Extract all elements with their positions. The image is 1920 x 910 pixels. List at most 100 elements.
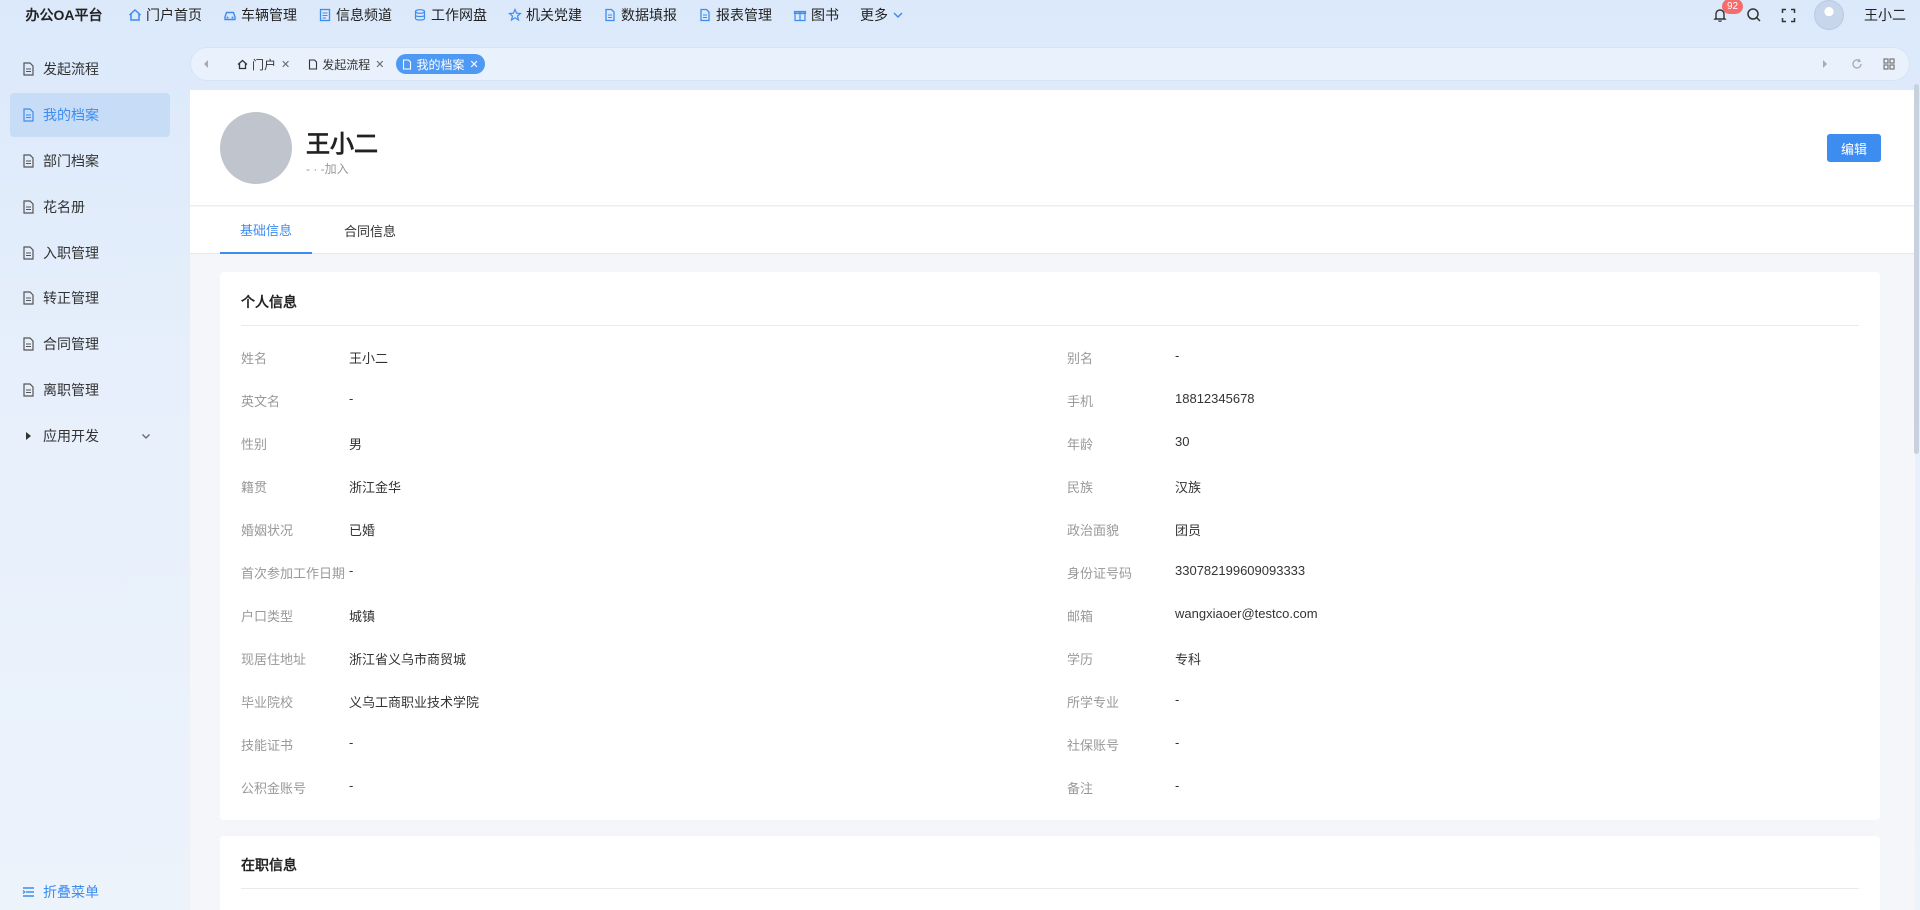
sidebar-item-contract[interactable]: 合同管理 bbox=[10, 322, 170, 366]
field-value: wangxiaoer@testco.com bbox=[1175, 606, 1318, 621]
sidebar-item-roster[interactable]: 花名册 bbox=[10, 185, 170, 229]
topnav-report[interactable]: 报表管理 bbox=[698, 5, 772, 25]
document-icon bbox=[23, 337, 34, 351]
field-value: - bbox=[1175, 692, 1180, 707]
chevron-down-icon bbox=[142, 434, 150, 439]
page-tab-my-archive[interactable]: 我的档案 ✕ bbox=[396, 54, 485, 74]
field-value: 义乌工商职业技术学院 bbox=[349, 695, 480, 710]
page-tab-start-process[interactable]: 发起流程 ✕ bbox=[302, 54, 390, 74]
file-icon bbox=[700, 8, 710, 22]
tab-basic-info[interactable]: 基础信息 bbox=[220, 207, 312, 254]
top-bar: 办公OA平台 门户首页 车辆管理 信息频道 工作网盘 机关党建 数据填报 报表管… bbox=[0, 0, 1920, 30]
home-icon bbox=[237, 59, 248, 69]
topnav-label: 车辆管理 bbox=[241, 7, 297, 23]
card-title: 个人信息 bbox=[241, 294, 297, 310]
field-value: 男 bbox=[349, 437, 363, 452]
sidebar-item-start-process[interactable]: 发起流程 bbox=[10, 47, 170, 91]
topnav-label: 工作网盘 bbox=[431, 7, 487, 23]
profile-join-date: - · -加入 bbox=[306, 162, 349, 176]
topnav-data-filling[interactable]: 数据填报 bbox=[603, 5, 677, 25]
file-icon bbox=[605, 8, 615, 22]
topnav-vehicle[interactable]: 车辆管理 bbox=[223, 5, 297, 25]
collapse-menu-button[interactable]: 折叠菜单 bbox=[22, 882, 99, 902]
field-value: 30 bbox=[1175, 434, 1190, 449]
topnav-books[interactable]: 图书 bbox=[793, 5, 839, 25]
app-logo[interactable]: 办公OA平台 bbox=[0, 5, 128, 25]
content-tab-bar: 基础信息 合同信息 bbox=[190, 207, 1915, 254]
sidebar-item-label: 我的档案 bbox=[43, 107, 99, 123]
profile-avatar[interactable] bbox=[220, 112, 292, 184]
topnav-more[interactable]: 更多 bbox=[860, 5, 905, 25]
notification-button[interactable]: 92 bbox=[1710, 0, 1744, 25]
topnav-party-building[interactable]: 机关党建 bbox=[508, 5, 582, 25]
field-value: 城镇 bbox=[349, 609, 376, 624]
refresh-tab-button[interactable] bbox=[1847, 54, 1867, 74]
search-button[interactable] bbox=[1744, 5, 1764, 25]
topnav-cloud-disk[interactable]: 工作网盘 bbox=[413, 5, 487, 25]
tabs-scroll-right[interactable] bbox=[1815, 54, 1835, 74]
profile-header: 王小二 - · -加入 编辑 bbox=[190, 90, 1915, 206]
document-icon bbox=[23, 383, 34, 397]
field-value: 浙江省义乌市商贸城 bbox=[349, 652, 467, 667]
sidebar-item-regularization[interactable]: 转正管理 bbox=[10, 276, 170, 320]
fullscreen-icon bbox=[1781, 8, 1795, 22]
topnav-info-channel[interactable]: 信息频道 bbox=[318, 5, 392, 25]
document-icon bbox=[403, 58, 412, 70]
chevron-down-icon bbox=[893, 12, 903, 19]
home-icon bbox=[128, 8, 142, 21]
field-value: 汉族 bbox=[1175, 480, 1202, 495]
field-value: - bbox=[349, 735, 354, 750]
document-icon bbox=[23, 200, 34, 214]
document-icon bbox=[23, 291, 34, 305]
search-icon bbox=[1747, 8, 1761, 22]
field-value: - bbox=[1175, 735, 1180, 750]
username[interactable]: 王小二 bbox=[1864, 5, 1906, 25]
sidebar-item-app-dev[interactable]: 应用开发 bbox=[10, 414, 170, 458]
field-label: 民族 bbox=[1067, 480, 1094, 495]
field-label: 所学专业 bbox=[1067, 695, 1120, 710]
close-icon[interactable]: ✕ bbox=[375, 58, 384, 71]
document-icon bbox=[23, 62, 34, 76]
topnav-portal-home[interactable]: 门户首页 bbox=[128, 5, 202, 25]
field-label: 英文名 bbox=[241, 394, 281, 409]
field-value: 专科 bbox=[1175, 652, 1202, 667]
tab-contract-info[interactable]: 合同信息 bbox=[320, 207, 420, 254]
grid-icon bbox=[1883, 58, 1895, 70]
field-label: 技能证书 bbox=[241, 738, 294, 753]
close-icon[interactable]: ✕ bbox=[281, 58, 290, 71]
user-avatar[interactable] bbox=[1814, 0, 1844, 30]
field-label: 首次参加工作日期 bbox=[241, 566, 346, 581]
sidebar: 发起流程 我的档案 部门档案 花名册 入职管理 转正管理 合同管理 离职管理 应… bbox=[0, 47, 190, 910]
collapse-menu-label: 折叠菜单 bbox=[43, 884, 99, 900]
field-label: 手机 bbox=[1067, 394, 1094, 409]
field-value: - bbox=[349, 778, 354, 793]
sidebar-item-onboarding[interactable]: 入职管理 bbox=[10, 231, 170, 275]
page-tab-portal[interactable]: 门户 ✕ bbox=[231, 54, 296, 74]
sidebar-item-label: 离职管理 bbox=[43, 382, 99, 398]
field-label: 籍贯 bbox=[241, 480, 268, 495]
fullscreen-button[interactable] bbox=[1778, 5, 1798, 25]
document-icon bbox=[309, 58, 318, 70]
topnav-label: 更多 bbox=[860, 7, 888, 23]
field-value: - bbox=[1175, 778, 1180, 793]
sidebar-item-my-archive[interactable]: 我的档案 bbox=[10, 93, 170, 137]
tabs-scroll-left[interactable] bbox=[191, 59, 221, 69]
field-value: - bbox=[1175, 348, 1180, 363]
tab-menu-button[interactable] bbox=[1879, 54, 1899, 74]
field-label: 身份证号码 bbox=[1067, 566, 1133, 581]
topnav-label: 图书 bbox=[811, 7, 839, 23]
field-label: 年龄 bbox=[1067, 437, 1094, 452]
field-label: 性别 bbox=[241, 437, 268, 452]
main-content: 王小二 - · -加入 编辑 基础信息 合同信息 个人信息 姓名 王小二 别名 … bbox=[190, 90, 1915, 910]
sidebar-item-label: 部门档案 bbox=[43, 153, 99, 169]
edit-button[interactable]: 编辑 bbox=[1827, 134, 1881, 162]
main-scrollbar[interactable] bbox=[1914, 84, 1919, 454]
sidebar-item-dept-archive[interactable]: 部门档案 bbox=[10, 139, 170, 183]
tab-strip-tools bbox=[1809, 48, 1905, 80]
sidebar-item-label: 应用开发 bbox=[43, 428, 99, 444]
close-icon[interactable]: ✕ bbox=[469, 58, 478, 71]
sidebar-item-resignation[interactable]: 离职管理 bbox=[10, 368, 170, 412]
field-label: 政治面貌 bbox=[1067, 523, 1120, 538]
card-title: 在职信息 bbox=[241, 857, 297, 873]
header-actions: 92 王小二 bbox=[1710, 0, 1920, 30]
